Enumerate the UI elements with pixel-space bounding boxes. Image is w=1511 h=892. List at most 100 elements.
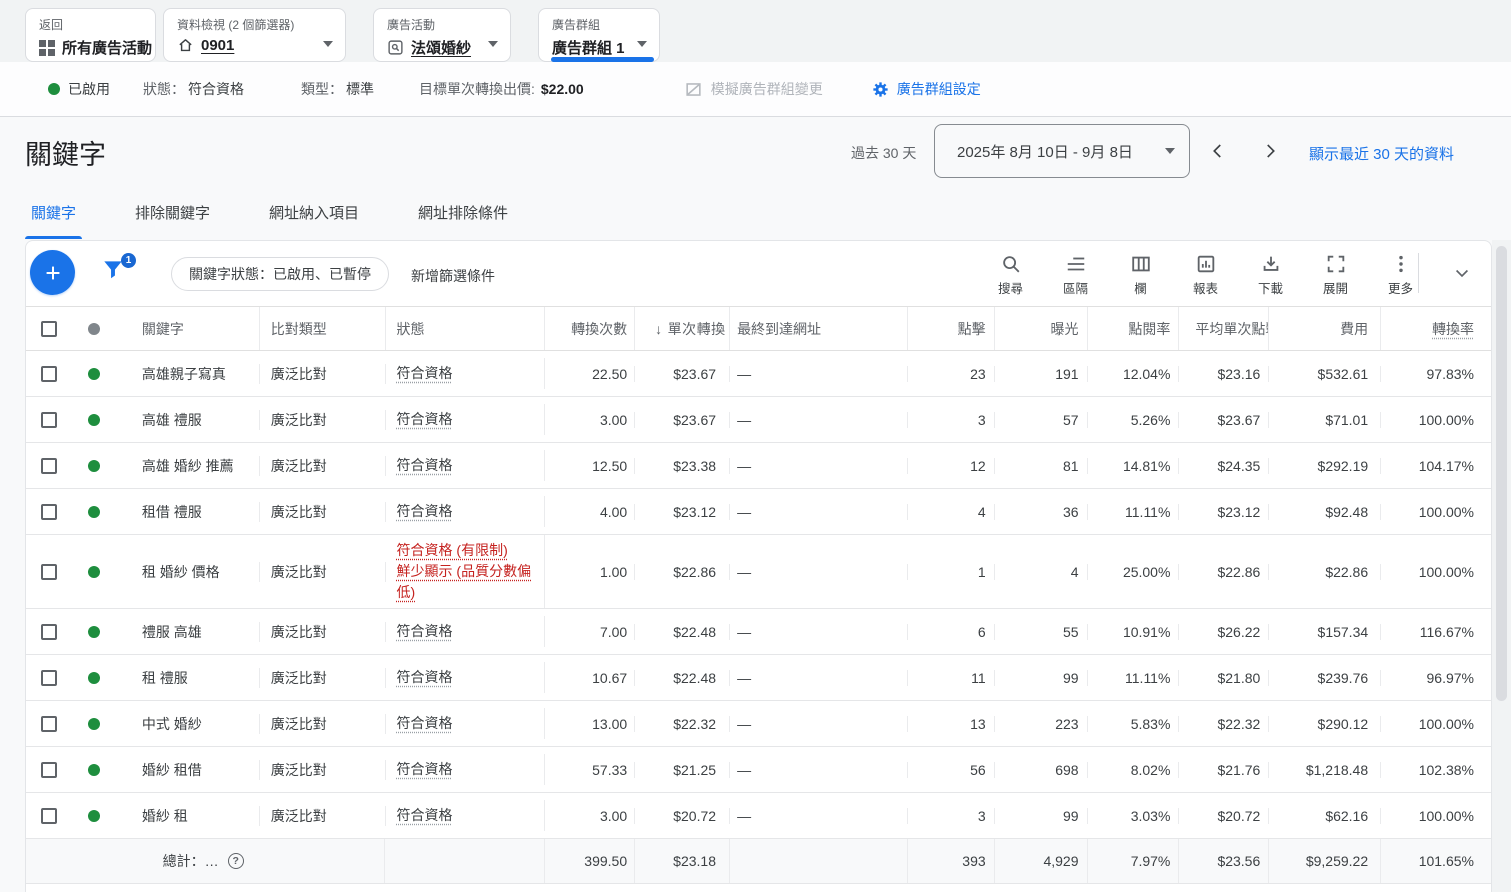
avg-cpc-cell: $23.67 [1179,412,1269,428]
download-button[interactable]: 下載 [1238,247,1303,297]
column-header-cost[interactable]: 費用 [1269,307,1381,350]
back-all-campaigns-card[interactable]: 返回 所有廣告活動 [25,8,156,62]
keyword-status-link[interactable]: 符合資格 [397,805,453,826]
previous-period-button[interactable] [1204,137,1232,165]
column-header-status[interactable]: 狀態 [386,307,546,350]
row-checkbox[interactable] [26,762,76,778]
select-all-checkbox[interactable] [26,307,76,350]
chevron-right-icon [1261,142,1279,160]
avg-cpc-cell: $22.32 [1179,716,1269,732]
keyword-status-link[interactable]: 符合資格 [397,455,453,476]
final-url-cell: — [730,670,908,686]
next-period-button[interactable] [1256,137,1284,165]
add-keyword-button[interactable] [30,250,75,295]
keyword-cell: 租借 禮服 [116,502,260,522]
keyword-table-row: 禮服 高雄 廣泛比對 符合資格 7.00 $22.48 — 6 55 10.91… [26,609,1491,655]
keyword-status-link[interactable]: 符合資格 [397,501,453,522]
row-checkbox[interactable] [26,412,76,428]
keyword-status-link[interactable]: 鮮少顯示 (品質分數偏低) [397,561,545,603]
keyword-table-row: 高雄親子寫真 廣泛比對 符合資格 22.50 $23.67 — 23 191 1… [26,351,1491,397]
row-checkbox[interactable] [26,808,76,824]
ad-group-settings-button[interactable]: 廣告群組設定 [871,79,981,99]
more-vertical-icon [1390,253,1412,275]
row-checkbox[interactable] [26,624,76,640]
chevron-down-icon [1452,263,1472,283]
cost-cell: $71.01 [1269,412,1381,428]
avg-cpc-cell: $26.22 [1179,624,1269,640]
enabled-status-dot [48,83,60,95]
collapse-table-button[interactable] [1446,257,1478,289]
keyword-status-link[interactable]: 符合資格 [397,713,453,734]
filter-button[interactable]: 1 [100,256,136,290]
ad-group-selector-card[interactable]: 廣告群組 廣告群組 1 [538,8,660,62]
conversions-cell: 13.00 [545,716,635,732]
keyword-status-link[interactable]: 符合資格 [397,363,453,384]
vertical-scrollbar-thumb[interactable] [1496,246,1507,701]
column-header-match-type[interactable]: 比對類型 [260,307,386,350]
column-header-ctr[interactable]: 點閱率 [1088,307,1180,350]
keyword-status-link[interactable]: 符合資格 [397,759,453,780]
search-button[interactable]: 搜尋 [978,247,1043,297]
cost-per-conversion-cell: $21.25 [635,762,730,778]
column-header-cost-per-conversion[interactable]: ↓ 單次轉換 [635,307,730,350]
keyword-status-link[interactable]: 符合資格 [397,667,453,688]
more-button[interactable]: 更多 [1368,247,1433,297]
data-view-value: 0901 [201,37,234,54]
tab-negative-keywords[interactable]: 排除關鍵字 [129,196,216,239]
row-checkbox[interactable] [26,366,76,382]
conversion-rate-cell: 100.00% [1381,504,1491,520]
clicks-cell: 6 [908,624,995,640]
clicks-cell: 3 [908,808,995,824]
final-url-cell: — [730,808,908,824]
column-header-conversion-rate[interactable]: 轉換率 [1381,307,1491,350]
clicks-cell: 3 [908,412,995,428]
columns-button[interactable]: 欄 [1108,247,1173,297]
status-dot-column-header[interactable] [76,307,116,350]
expand-button[interactable]: 展開 [1303,247,1368,297]
keyword-status-link[interactable]: 符合資格 [397,409,453,430]
tab-url-inclusions[interactable]: 網址納入項目 [263,196,365,239]
page-title: 關鍵字 [25,133,106,172]
all-campaigns-grid-icon [39,40,55,56]
column-header-keyword[interactable]: 關鍵字 [116,307,260,350]
status-cell: 符合資格 [386,662,546,693]
conversions-cell: 57.33 [545,762,635,778]
impressions-cell: 81 [995,458,1088,474]
clicks-cell: 4 [908,504,995,520]
simulate-changes-button[interactable]: 模擬廣告群組變更 [684,79,823,99]
impressions-cell: 57 [995,412,1088,428]
ad-group-status-bar: 已啟用 狀態： 符合資格 類型： 標準 目標單次轉換出價: $22.00 模擬廣… [0,62,1511,117]
enabled-status-dot [76,414,116,426]
tab-keywords[interactable]: 關鍵字 [25,196,82,239]
keyword-status-link[interactable]: 符合資格 [397,621,453,642]
tab-url-exclusions[interactable]: 網址排除條件 [412,196,514,239]
column-header-impressions[interactable]: 曝光 [995,307,1088,350]
campaign-selector-card[interactable]: 廣告活動 法頌婚紗 [373,8,511,62]
row-checkbox[interactable] [26,670,76,686]
cost-per-conversion-cell: $22.48 [635,624,730,640]
row-checkbox[interactable] [26,716,76,732]
data-view-selector-card[interactable]: 資料檢視 (2 個篩選器) 0901 [163,8,346,62]
conversions-cell: 7.00 [545,624,635,640]
simulate-disabled-icon [684,80,703,99]
final-url-cell: — [730,762,908,778]
campaign-search-icon [387,39,404,56]
show-recent-data-link[interactable]: 顯示最近 30 天的資料 [1309,143,1454,164]
help-icon[interactable] [228,853,244,869]
keyword-status-filter-chip[interactable]: 關鍵字狀態：已啟用、已暫停 [171,257,389,291]
column-header-conversions[interactable]: 轉換次數 [545,307,635,350]
keyword-status-link[interactable]: 符合資格 (有限制) [397,540,508,561]
row-checkbox[interactable] [26,458,76,474]
column-header-final-url[interactable]: 最終到達網址 [730,307,908,350]
reports-button[interactable]: 報表 [1173,247,1238,297]
add-filter-button[interactable]: 新增篩選條件 [411,266,495,286]
keyword-cell: 婚紗 租 [116,806,260,826]
row-checkbox[interactable] [26,504,76,520]
column-header-avg-cpc[interactable]: 平均單次點擊 [1179,307,1269,350]
toolbar-divider [1418,253,1419,293]
chevron-down-icon [488,41,498,47]
column-header-clicks[interactable]: 點擊 [908,307,995,350]
row-checkbox[interactable] [26,564,76,580]
date-range-picker[interactable]: 2025年 8月 10日 - 9月 8日 [934,124,1190,178]
segment-button[interactable]: 區隔 [1043,247,1108,297]
